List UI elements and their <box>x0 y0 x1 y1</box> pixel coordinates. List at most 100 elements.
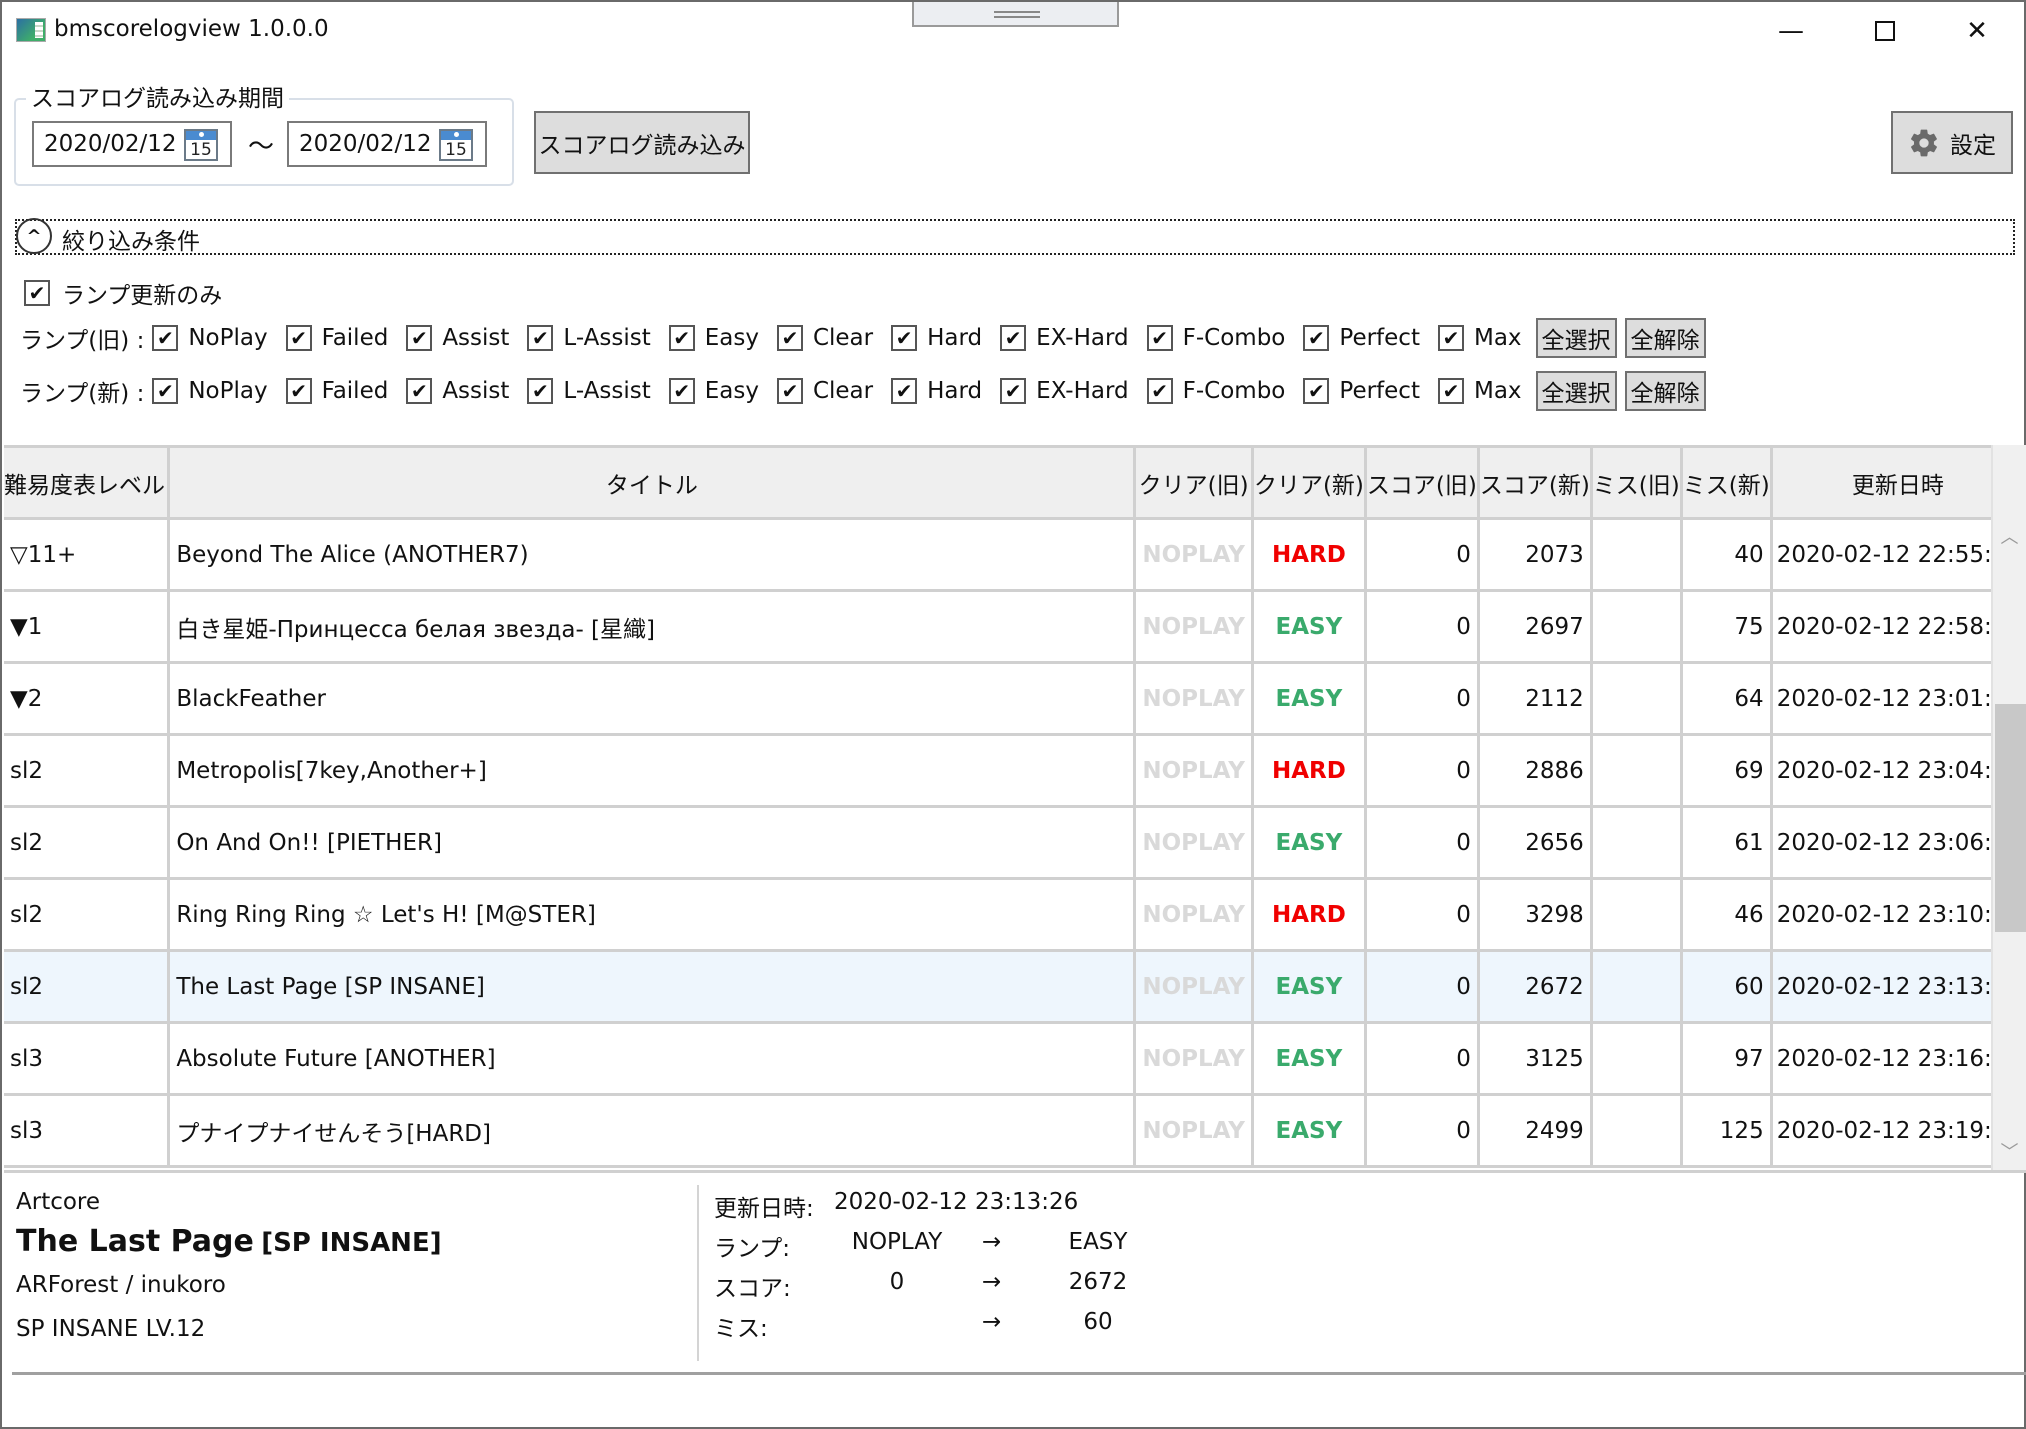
cell-title: Beyond The Alice (ANOTHER7) <box>168 518 1137 592</box>
lamp-filter-perfect[interactable]: ✔ Perfect <box>1303 378 1420 404</box>
lamp-update-only-checkbox[interactable]: ✔ ランプ更新のみ <box>24 276 222 310</box>
maximize-button[interactable] <box>1850 10 1920 52</box>
checkbox[interactable]: ✔ <box>152 325 179 351</box>
lamp-filter-perfect[interactable]: ✔ Perfect <box>1303 325 1420 351</box>
calendar-icon[interactable]: 15 <box>439 129 473 161</box>
checkbox[interactable]: ✔ <box>1303 325 1330 351</box>
checkbox[interactable]: ✔ <box>668 378 695 404</box>
cell-score-new: 2672 <box>1478 950 1593 1024</box>
table-row[interactable]: sl3 Absolute Future [ANOTHER] NOPLAY EASY 0 3… <box>4 1022 2026 1096</box>
select-all-button[interactable]: 全選択 <box>1535 318 1617 358</box>
detail-genre: Artcore <box>16 1189 101 1215</box>
column-header[interactable]: 難易度表レベル <box>4 445 171 520</box>
scroll-up-icon[interactable]: ︿ <box>1993 523 2026 549</box>
filter-expander[interactable] <box>15 219 2015 255</box>
checkbox[interactable]: ✔ <box>891 378 918 404</box>
close-button[interactable]: ✕ <box>1942 10 2012 52</box>
lamp-filter-ex-hard[interactable]: ✔ EX-Hard <box>1000 325 1129 351</box>
cell-score-old: 0 <box>1365 950 1480 1024</box>
column-header[interactable]: ミス(旧) <box>1591 445 1683 520</box>
clear-all-button[interactable]: 全解除 <box>1624 318 1706 358</box>
lamp-filter-noplay[interactable]: ✔ NoPlay <box>152 378 268 404</box>
checkbox[interactable]: ✔ <box>1146 325 1173 351</box>
scroll-down-icon[interactable]: ﹀ <box>1993 1138 2026 1164</box>
table-row[interactable]: ▽11+ Beyond The Alice (ANOTHER7) NOPLAY HAR… <box>4 518 2026 592</box>
checkbox[interactable]: ✔ <box>152 378 179 404</box>
checkbox[interactable]: ✔ <box>24 280 50 306</box>
table-row[interactable]: sl3 プナイプナイせんそう[HARD] NOPLAY EASY 0 2499 125 202… <box>4 1094 2026 1168</box>
table-scrollbar[interactable]: ︿ ﹀ <box>1991 445 2026 1172</box>
lamp-filter-easy[interactable]: ✔ Easy <box>668 378 759 404</box>
table-row[interactable]: sl2 On And On!! [PIETHER] NOPLAY EASY 0 2656 6… <box>4 806 2026 880</box>
lamp-filter-noplay[interactable]: ✔ NoPlay <box>152 325 268 351</box>
lamp-filter-assist[interactable]: ✔ Assist <box>406 378 509 404</box>
cell-miss-old <box>1591 590 1683 664</box>
detail-level: SP INSANE LV.12 <box>16 1316 206 1342</box>
column-header[interactable]: スコア(新) <box>1478 445 1593 520</box>
lamp-filter-f-combo[interactable]: ✔ F-Combo <box>1146 325 1286 351</box>
cell-miss-new: 75 <box>1681 590 1773 664</box>
to-date-input[interactable]: 2020/02/12 15 <box>287 121 487 167</box>
lamp-filter-failed[interactable]: ✔ Failed <box>285 378 388 404</box>
table-row[interactable]: sl2 Metropolis[7key,Another+] NOPLAY HARD 0 2… <box>4 734 2026 808</box>
lamp-filter-f-combo[interactable]: ✔ F-Combo <box>1146 378 1286 404</box>
checkbox[interactable]: ✔ <box>527 378 554 404</box>
checkbox[interactable]: ✔ <box>1000 378 1027 404</box>
column-header[interactable]: クリア(旧) <box>1134 445 1254 520</box>
checkbox[interactable]: ✔ <box>285 378 312 404</box>
lamp-filter-hard[interactable]: ✔ Hard <box>891 378 982 404</box>
column-header[interactable]: クリア(新) <box>1252 445 1367 520</box>
lamp-filter-max[interactable]: ✔ Max <box>1437 378 1522 404</box>
lamp-filter-max[interactable]: ✔ Max <box>1437 325 1522 351</box>
cell-clear-old: NOPLAY <box>1134 590 1254 664</box>
lamp-filter-l-assist[interactable]: ✔ L-Assist <box>527 378 651 404</box>
checkbox[interactable]: ✔ <box>527 325 554 351</box>
column-header[interactable]: ミス(新) <box>1681 445 1773 520</box>
checkbox[interactable]: ✔ <box>1000 325 1027 351</box>
column-header[interactable]: タイトル <box>168 445 1137 520</box>
cell-score-new: 2697 <box>1478 590 1593 664</box>
load-scorelog-button[interactable]: スコアログ読み込み <box>534 111 750 174</box>
settings-button[interactable]: 設定 <box>1891 111 2013 174</box>
calendar-icon[interactable]: 15 <box>184 129 218 161</box>
checkbox[interactable]: ✔ <box>776 325 803 351</box>
lamp-filter-assist[interactable]: ✔ Assist <box>406 325 509 351</box>
checkbox[interactable]: ✔ <box>406 378 433 404</box>
checkbox[interactable]: ✔ <box>1146 378 1173 404</box>
lamp-filter-ex-hard[interactable]: ✔ EX-Hard <box>1000 378 1129 404</box>
lamp-filter-easy[interactable]: ✔ Easy <box>668 325 759 351</box>
table-row[interactable]: sl2 The Last Page [SP INSANE] NOPLAY EASY 0 2… <box>4 950 2026 1024</box>
minimize-button[interactable]: — <box>1756 10 1826 52</box>
table-row[interactable]: sl2 Ring Ring Ring ☆ Let's H! [M@STER] NOP… <box>4 878 2026 952</box>
lamp-filter-clear[interactable]: ✔ Clear <box>776 325 873 351</box>
from-date-input[interactable]: 2020/02/12 15 <box>32 121 232 167</box>
checkbox[interactable]: ✔ <box>1437 325 1464 351</box>
checkbox[interactable]: ✔ <box>1303 378 1330 404</box>
table-row[interactable]: ▼2 BlackFeather NOPLAY EASY 0 2112 64 2020-02-1… <box>4 662 2026 736</box>
select-all-button[interactable]: 全選択 <box>1535 371 1617 411</box>
checkbox[interactable]: ✔ <box>1437 378 1464 404</box>
checkbox[interactable]: ✔ <box>891 325 918 351</box>
checkbox[interactable]: ✔ <box>668 325 695 351</box>
table-row[interactable]: ▼1 白き星姫-Принцесса белая звезда- [星織] NOPLA… <box>4 590 2026 664</box>
cell-clear-old: NOPLAY <box>1134 1022 1254 1096</box>
cell-level: sl2 <box>4 950 171 1024</box>
lamp-filter-l-assist[interactable]: ✔ L-Assist <box>527 325 651 351</box>
cell-miss-old <box>1591 878 1683 952</box>
lamp-filter-hard[interactable]: ✔ Hard <box>891 325 982 351</box>
collapse-icon[interactable]: ^ <box>16 218 52 254</box>
column-header[interactable]: 更新日時 <box>1771 445 2026 520</box>
drag-handle[interactable] <box>912 2 1119 27</box>
checkbox[interactable]: ✔ <box>406 325 433 351</box>
clear-all-button[interactable]: 全解除 <box>1624 371 1706 411</box>
checkbox[interactable]: ✔ <box>285 325 312 351</box>
lamp-filter-failed[interactable]: ✔ Failed <box>285 325 388 351</box>
lamp-filter-label: F-Combo <box>1182 378 1286 404</box>
detail-title: The Last Page <box>16 1224 254 1259</box>
column-header[interactable]: スコア(旧) <box>1365 445 1480 520</box>
cell-clear-new: HARD <box>1252 878 1367 952</box>
lamp-filter-clear[interactable]: ✔ Clear <box>776 378 873 404</box>
scroll-thumb[interactable] <box>1995 704 2026 932</box>
lamp-filter-label: F-Combo <box>1182 325 1286 351</box>
checkbox[interactable]: ✔ <box>776 378 803 404</box>
